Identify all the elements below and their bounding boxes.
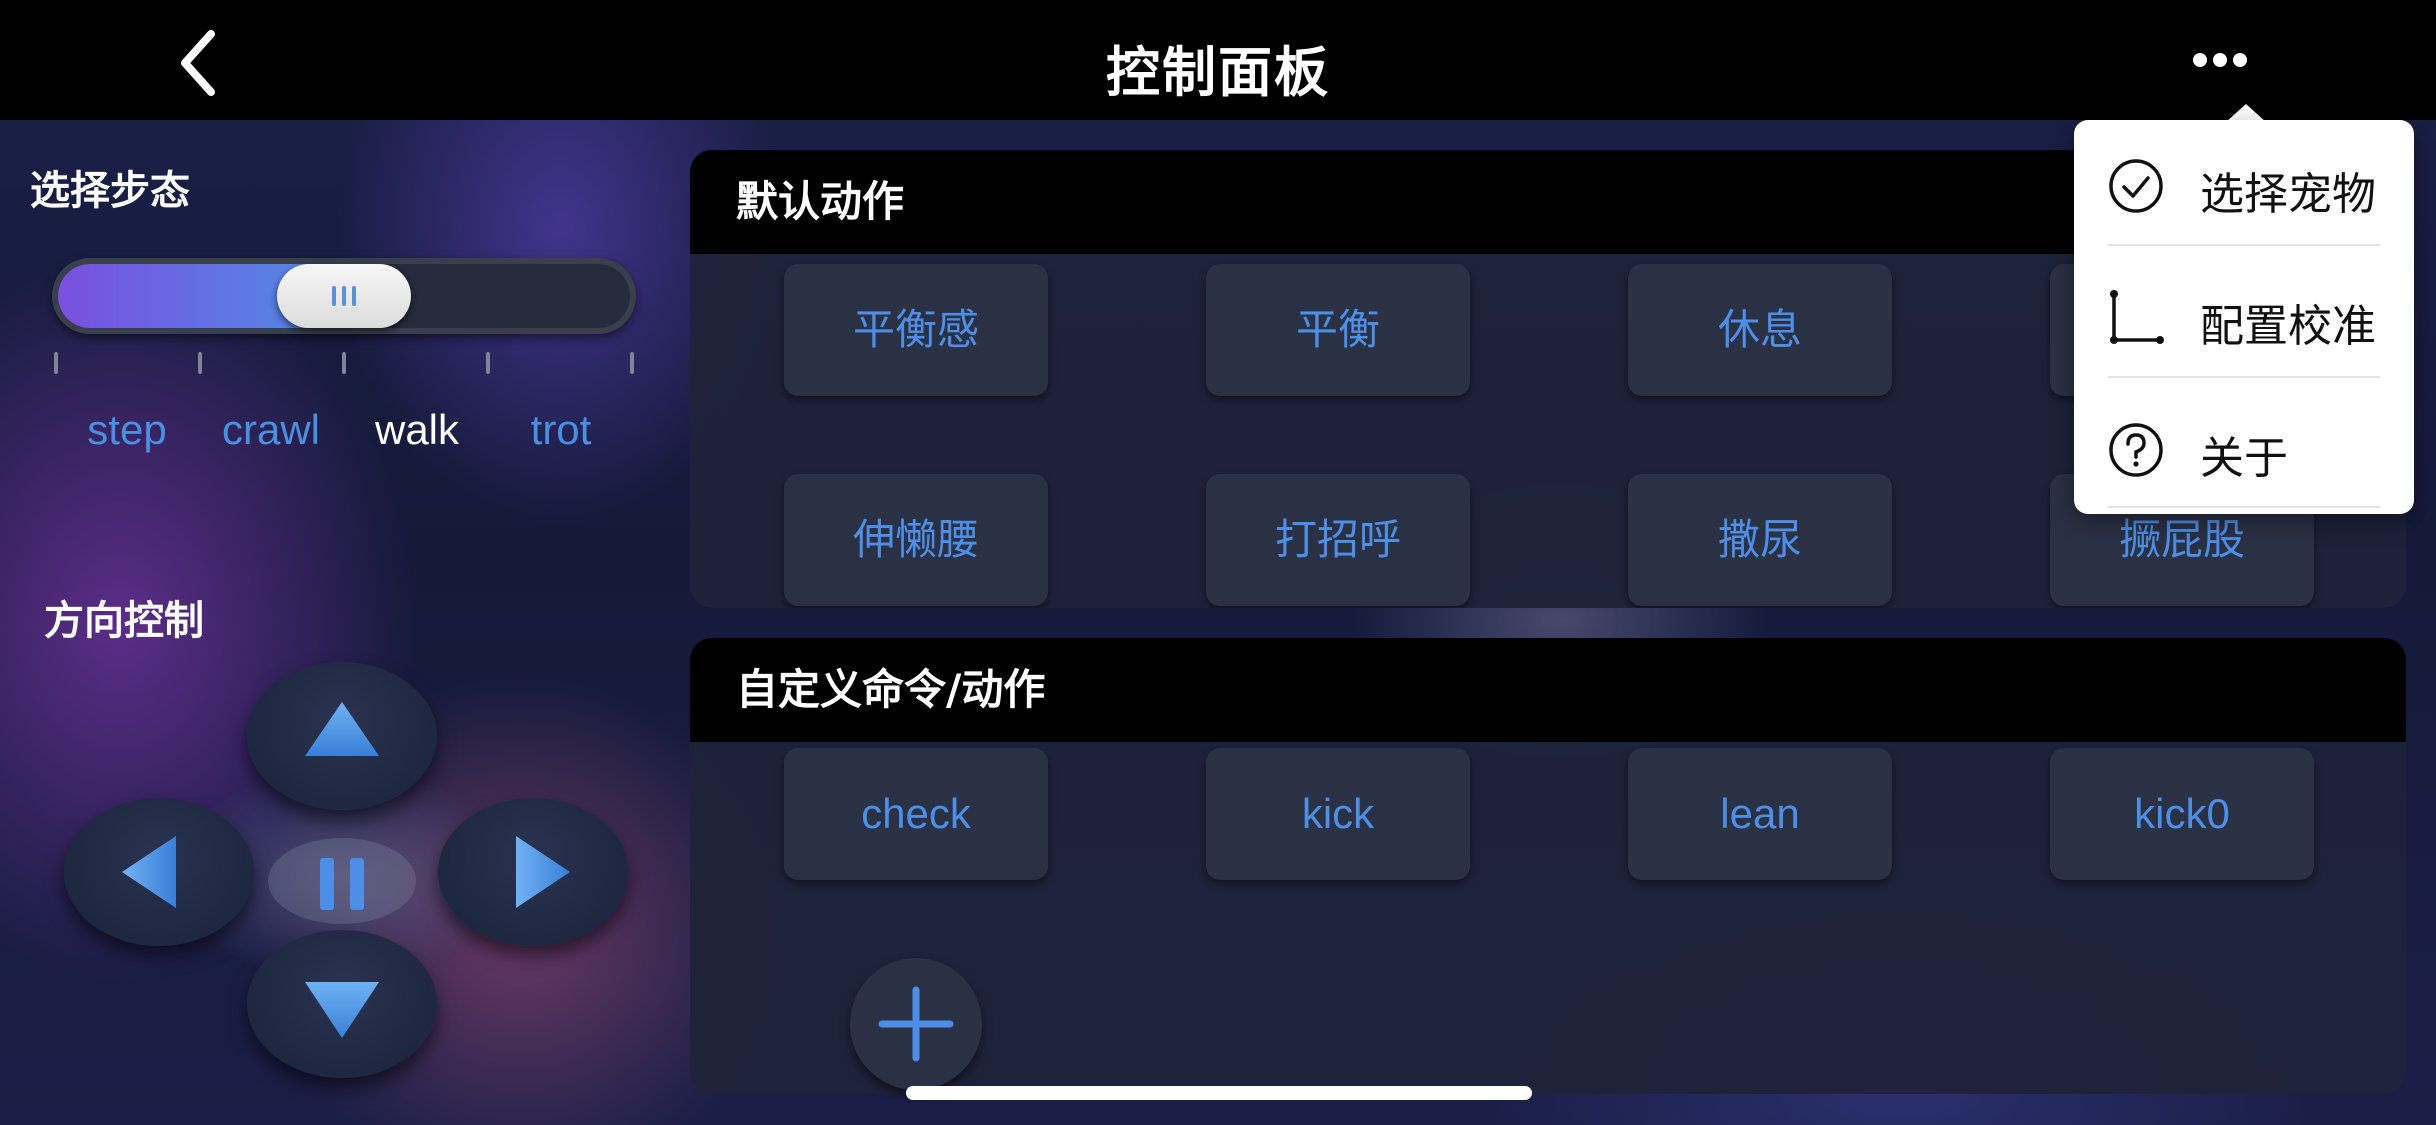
more-button[interactable] — [2190, 40, 2250, 80]
menu-label: 关于 — [2200, 433, 2288, 484]
check-circle-icon — [2109, 159, 2163, 213]
popup-menu: 选择宠物 配置校准 关于 — [2074, 120, 2414, 514]
gait-slider-thumb[interactable] — [277, 264, 411, 328]
menu-item-calibration[interactable]: 配置校准 — [2074, 252, 2414, 384]
custom-action-button[interactable]: lean — [1628, 748, 1892, 880]
arrow-right-icon — [516, 836, 570, 908]
question-circle-icon — [2109, 423, 2163, 477]
add-custom-action-button[interactable] — [850, 958, 982, 1090]
arrow-down-icon — [305, 982, 379, 1038]
gait-tick — [198, 352, 202, 374]
custom-action-button[interactable]: kick — [1206, 748, 1470, 880]
action-button[interactable]: 平衡感 — [784, 264, 1048, 396]
down-arrow-button[interactable] — [247, 930, 437, 1078]
action-button[interactable]: 平衡 — [1206, 264, 1470, 396]
menu-item-select-pet[interactable]: 选择宠物 — [2074, 120, 2414, 252]
action-button[interactable]: 伸懒腰 — [784, 474, 1048, 606]
menu-divider — [2108, 244, 2380, 246]
right-arrow-button[interactable] — [438, 798, 628, 946]
arrow-up-icon — [305, 702, 379, 756]
plus-icon — [878, 986, 954, 1062]
home-indicator[interactable] — [906, 1086, 1532, 1100]
direction-section-label: 方向控制 — [44, 598, 204, 644]
menu-divider — [2108, 506, 2380, 508]
pause-button[interactable] — [268, 838, 416, 924]
gait-tick — [486, 352, 490, 374]
gait-tick — [630, 352, 634, 374]
menu-label: 配置校准 — [2200, 301, 2376, 352]
gait-tick — [342, 352, 346, 374]
arrow-left-icon — [122, 836, 176, 908]
custom-actions-title: 自定义命令/动作 — [690, 638, 2406, 742]
up-arrow-button[interactable] — [247, 662, 437, 810]
thumb-grip-line — [332, 286, 336, 306]
thumb-grip-line — [352, 286, 356, 306]
calibration-icon — [2110, 290, 2164, 344]
menu-label: 选择宠物 — [2200, 169, 2376, 220]
action-button[interactable]: 撒尿 — [1628, 474, 1892, 606]
gait-option-crawl[interactable]: crawl — [196, 406, 346, 454]
gait-tick — [54, 352, 58, 374]
action-button[interactable]: 休息 — [1628, 264, 1892, 396]
menu-item-about[interactable]: 关于 — [2074, 384, 2414, 516]
page-title: 控制面板 — [1106, 41, 1330, 104]
gait-section-label: 选择步态 — [30, 168, 190, 214]
custom-action-button[interactable]: check — [784, 748, 1048, 880]
more-dots-icon — [2193, 53, 2247, 67]
gait-option-walk[interactable]: walk — [342, 406, 492, 454]
menu-divider — [2108, 376, 2380, 378]
custom-action-button[interactable]: kick0 — [2050, 748, 2314, 880]
gait-option-trot[interactable]: trot — [486, 406, 636, 454]
top-bar: 控制面板 — [0, 0, 2436, 120]
thumb-grip-line — [342, 286, 346, 306]
gait-option-step[interactable]: step — [52, 406, 202, 454]
action-button[interactable]: 打招呼 — [1206, 474, 1470, 606]
left-arrow-button[interactable] — [64, 798, 254, 946]
